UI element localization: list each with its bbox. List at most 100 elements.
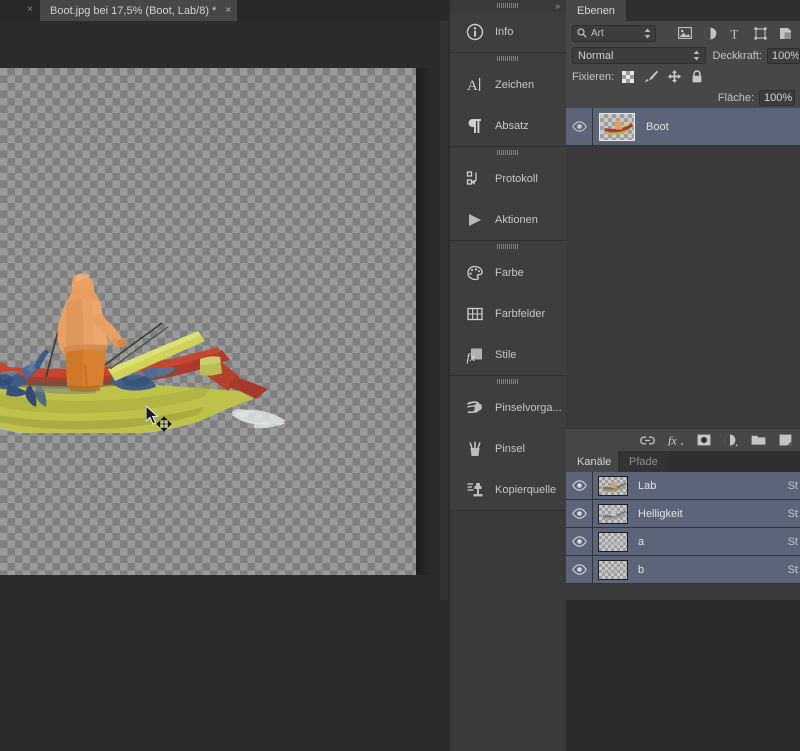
dock-item-label: Pinselvorga... <box>495 402 562 414</box>
dock-item-stile[interactable]: fx Stile <box>450 334 566 375</box>
channel-visibility-toggle[interactable] <box>566 500 593 527</box>
channel-list[interactable]: Lab St Helligkeit <box>566 472 800 594</box>
layer-row-boot[interactable]: Boot <box>566 108 800 146</box>
layers-panel-tabbar: Ebenen <box>566 0 800 21</box>
filter-shape-icon[interactable] <box>754 27 767 40</box>
blend-mode-row: Normal Deckkraft: 100% <box>566 45 800 66</box>
dock-grip[interactable] <box>450 241 566 252</box>
channel-shortcut: St <box>788 564 800 576</box>
filter-pixel-icon[interactable] <box>678 27 692 39</box>
layer-filter-kind-value: Art <box>591 28 604 39</box>
chevron-updown-icon[interactable] <box>644 28 651 39</box>
adjacent-tab-close-icon[interactable]: × <box>25 4 35 16</box>
filter-smartobject-icon[interactable] <box>779 27 792 40</box>
dock-grip[interactable] <box>450 53 566 64</box>
channel-visibility-toggle[interactable] <box>566 528 593 555</box>
dock-group-color: Farbe Farbfelder fx Stile <box>450 241 566 376</box>
link-layers-icon[interactable] <box>640 435 655 446</box>
layer-filter-kind-select[interactable]: Art <box>572 25 656 42</box>
opacity-value-field[interactable]: 100% <box>767 48 800 64</box>
canvas-area[interactable] <box>0 21 448 600</box>
lock-position-icon[interactable] <box>668 70 681 83</box>
dock-item-pinselvorgaben[interactable]: Pinselvorga... <box>450 387 566 428</box>
blend-mode-select[interactable]: Normal <box>572 47 706 64</box>
dock-item-farbfelder[interactable]: Farbfelder <box>450 293 566 334</box>
document-tab-bar: × Boot.jpg bei 17,5% (Boot, Lab/8) * × <box>0 0 448 21</box>
dock-item-label: Zeichen <box>495 79 534 91</box>
filter-adjustment-icon[interactable] <box>704 27 717 40</box>
fill-value-field[interactable]: 100% <box>759 90 795 106</box>
tab-ebenen[interactable]: Ebenen <box>566 0 626 21</box>
dock-item-info[interactable]: Info <box>450 11 566 52</box>
dock-item-label: Protokoll <box>495 173 538 185</box>
layers-panel-body: Art <box>566 21 800 108</box>
dock-item-label: Absatz <box>495 120 529 132</box>
channels-panel-tabbar: Kanäle Pfade <box>566 451 800 472</box>
layer-list[interactable]: Boot <box>566 108 800 428</box>
lock-label: Fixieren: <box>572 71 614 83</box>
dock-item-label: Farbe <box>495 267 524 279</box>
dock-group-type: A Zeichen Absatz <box>450 53 566 147</box>
document-tab-boot[interactable]: Boot.jpg bei 17,5% (Boot, Lab/8) * × <box>40 0 237 21</box>
document-tab-close-icon[interactable]: × <box>225 6 231 16</box>
layer-thumbnail[interactable] <box>599 113 635 141</box>
channel-row-b[interactable]: b St <box>566 556 800 584</box>
dock-item-protokoll[interactable]: Protokoll <box>450 158 566 199</box>
actions-play-icon <box>462 207 488 233</box>
svg-text:A: A <box>467 78 478 94</box>
channels-panel-footer <box>566 584 800 594</box>
clone-source-icon <box>462 477 488 503</box>
dock-group-brush: Pinselvorga... Pinsel <box>450 376 566 511</box>
svg-text:fx: fx <box>668 434 677 446</box>
layer-filter-row: Art <box>566 21 800 45</box>
lock-transparency-icon[interactable] <box>622 71 634 83</box>
dock-item-zeichen[interactable]: A Zeichen <box>450 64 566 105</box>
layer-fx-icon[interactable]: fx <box>668 434 684 446</box>
adjustment-layer-icon[interactable] <box>724 434 738 447</box>
lock-all-icon[interactable] <box>691 70 703 83</box>
dock-item-label: Aktionen <box>495 214 538 226</box>
dock-item-aktionen[interactable]: Aktionen <box>450 199 566 240</box>
tab-kanaele[interactable]: Kanäle <box>566 451 622 472</box>
channel-thumbnail <box>598 560 628 580</box>
tab-label: Kanäle <box>577 456 611 468</box>
layer-type-filter-icons: T <box>678 27 794 40</box>
tab-pfade[interactable]: Pfade <box>618 451 669 472</box>
image-canvas[interactable] <box>0 68 417 575</box>
swatches-grid-icon <box>462 301 488 327</box>
new-layer-icon[interactable] <box>779 434 792 446</box>
blend-mode-value: Normal <box>578 50 613 62</box>
layer-visibility-toggle[interactable] <box>566 108 593 145</box>
chevron-updown-icon[interactable] <box>693 50 700 61</box>
fill-row: Fläche: 100% <box>566 87 800 108</box>
new-group-icon[interactable] <box>751 434 766 446</box>
canvas-vertical-scrollbar[interactable] <box>440 21 448 600</box>
dock-grip[interactable] <box>450 147 566 158</box>
dock-item-farbe[interactable]: Farbe <box>450 252 566 293</box>
lock-image-brush-icon[interactable] <box>644 70 658 83</box>
dock-item-absatz[interactable]: Absatz <box>450 105 566 146</box>
dock-item-kopierquelle[interactable]: Kopierquelle <box>450 469 566 510</box>
channel-row-lab[interactable]: Lab St <box>566 472 800 500</box>
layer-name[interactable]: Boot <box>646 121 669 133</box>
channel-name: a <box>638 536 644 548</box>
photoshop-window: × Boot.jpg bei 17,5% (Boot, Lab/8) * × <box>0 0 800 600</box>
dock-collapse-icon[interactable]: » <box>555 1 560 11</box>
dock-group-history: Protokoll Aktionen <box>450 147 566 241</box>
dock-empty-space <box>450 511 566 751</box>
opacity-label: Deckkraft: <box>712 50 762 62</box>
channel-visibility-toggle[interactable] <box>566 472 593 499</box>
filter-type-icon[interactable]: T <box>729 27 742 40</box>
mouse-cursor-move-tool <box>146 406 172 432</box>
tab-label: Ebenen <box>577 5 615 17</box>
color-palette-icon <box>462 260 488 286</box>
channel-row-a[interactable]: a St <box>566 528 800 556</box>
history-icon <box>462 166 488 192</box>
channel-visibility-toggle[interactable] <box>566 556 593 583</box>
channel-thumbnail <box>598 532 628 552</box>
channel-row-helligkeit[interactable]: Helligkeit St <box>566 500 800 528</box>
dock-grip[interactable] <box>450 376 566 387</box>
dock-item-pinsel[interactable]: Pinsel <box>450 428 566 469</box>
dock-item-label: Pinsel <box>495 443 525 455</box>
layer-mask-icon[interactable] <box>697 434 711 446</box>
